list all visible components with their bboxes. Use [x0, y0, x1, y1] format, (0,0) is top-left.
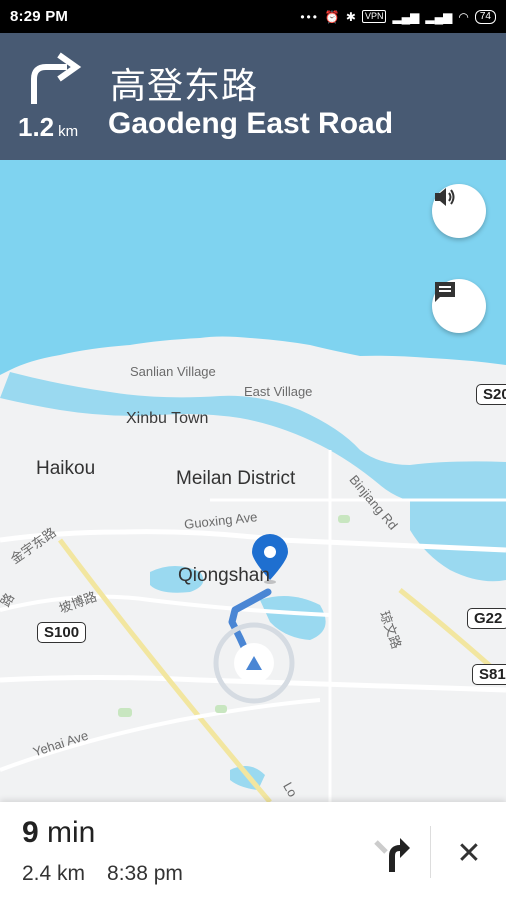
highway-badge: S100	[37, 622, 87, 643]
message-button[interactable]	[432, 279, 486, 333]
highway-badge: S20	[476, 384, 506, 405]
turn-right-icon	[31, 52, 82, 104]
map-view[interactable]: Sanlian Village East Village Xinbu Town …	[0, 160, 506, 802]
map-label: Haikou	[36, 458, 96, 479]
divider	[430, 826, 431, 878]
status-icons: ••• ⏰ ✱ VPN ▂▄▆ ▂▄▆ ◠ 74	[300, 9, 496, 24]
sound-button[interactable]	[432, 184, 486, 238]
trip-distance: 2.4 km	[22, 862, 86, 885]
distance-value: 1.2	[18, 112, 55, 142]
alarm-icon: ⏰	[324, 9, 340, 24]
signal-dots-icon: •••	[300, 9, 319, 24]
turn-right-icon[interactable]	[372, 832, 412, 874]
map-label: Xinbu Town	[126, 410, 209, 427]
map-label: Sanlian Village	[130, 364, 216, 379]
pond-area	[260, 596, 326, 640]
arrival-time: 8:38 pm	[107, 862, 183, 885]
navigation-header[interactable]: 1.2 km 高登东路 Gaodeng East Road	[0, 33, 506, 160]
battery-icon: 74	[474, 9, 496, 24]
distance-unit: km	[58, 123, 79, 140]
close-icon: ✕	[456, 836, 482, 870]
signal-icon: ▂▄▆	[425, 9, 453, 24]
message-icon	[435, 282, 455, 302]
eta-minutes: 9	[22, 816, 39, 849]
status-bar: 8:29 PM ••• ⏰ ✱ VPN ▂▄▆ ▂▄▆ ◠ 74	[0, 0, 506, 33]
eta-duration: 9 min	[22, 816, 95, 850]
volume-icon	[435, 188, 455, 206]
street-name: Gaodeng East Road	[108, 107, 394, 140]
sea-area	[0, 160, 506, 375]
wifi-icon: ◠	[458, 9, 469, 24]
vpn-icon: VPN	[361, 10, 387, 23]
bluetooth-icon: ✱	[345, 9, 356, 24]
close-navigation-button[interactable]: ✕	[448, 832, 490, 874]
lake-area	[410, 487, 506, 582]
maneuver-distance: 1.2 km	[18, 112, 78, 143]
eta-unit: min	[47, 816, 96, 849]
signal-icon: ▂▄▆	[392, 9, 420, 24]
map-label: Qiongshan	[178, 565, 270, 586]
street-name-chinese: 高登东路	[110, 66, 259, 107]
highway-badge: G22	[467, 608, 506, 629]
map-label: Meilan District	[176, 468, 296, 489]
trip-summary-panel[interactable]: 9 min 2.4 km 8:38 pm ✕	[0, 802, 506, 900]
map-label: East Village	[244, 384, 313, 399]
status-time: 8:29 PM	[10, 8, 69, 25]
trip-details: 2.4 km 8:38 pm	[22, 862, 183, 886]
highway-badge: S81	[472, 664, 506, 685]
navigation-screen: 8:29 PM ••• ⏰ ✱ VPN ▂▄▆ ▂▄▆ ◠ 74 1.2 km 高…	[0, 0, 506, 900]
